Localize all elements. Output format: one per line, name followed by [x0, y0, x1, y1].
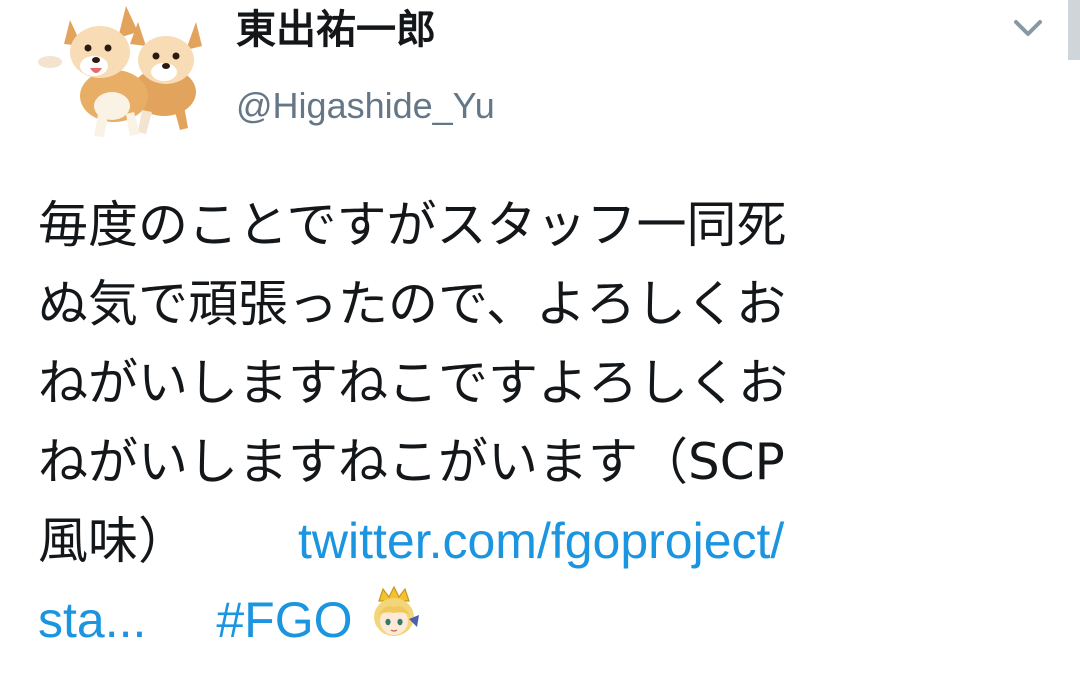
tweet-line-4: ねがいしますねこがいます（SCP [38, 433, 785, 491]
avatar[interactable] [34, 0, 204, 145]
fgo-character-emoji [373, 585, 419, 636]
author-handle[interactable]: @Higashide_Yu [236, 84, 495, 128]
tweet: 東出祐一郎 @Higashide_Yu 毎度のことですがスタッフ一同死 ぬ気で頑… [0, 0, 1080, 693]
tweet-line-6: sta... #FGO [38, 581, 1038, 660]
tweet-line-5-text: 風味） [38, 512, 188, 570]
tweet-line-2: ぬ気で頑張ったので、よろしくお [38, 275, 786, 333]
tweet-url-link[interactable]: twitter.com/fgoproject/ [298, 513, 784, 569]
scrollbar[interactable] [1068, 0, 1080, 60]
tweet-url-link-continued[interactable]: sta... [38, 592, 146, 648]
hashtag-link[interactable]: #FGO [216, 592, 352, 648]
chevron-down-icon[interactable] [1008, 14, 1048, 44]
tweet-line-1: 毎度のことですがスタッフ一同死 [38, 196, 787, 254]
author-display-name[interactable]: 東出祐一郎 [236, 6, 436, 54]
tweet-line-3: ねがいしますねこですよろしくお [38, 354, 788, 412]
tweet-line-5: 風味） twitter.com/fgoproject/ [38, 502, 1038, 581]
tweet-text: 毎度のことですがスタッフ一同死 ぬ気で頑張ったので、よろしくお ねがいしますねこ… [38, 186, 1038, 660]
